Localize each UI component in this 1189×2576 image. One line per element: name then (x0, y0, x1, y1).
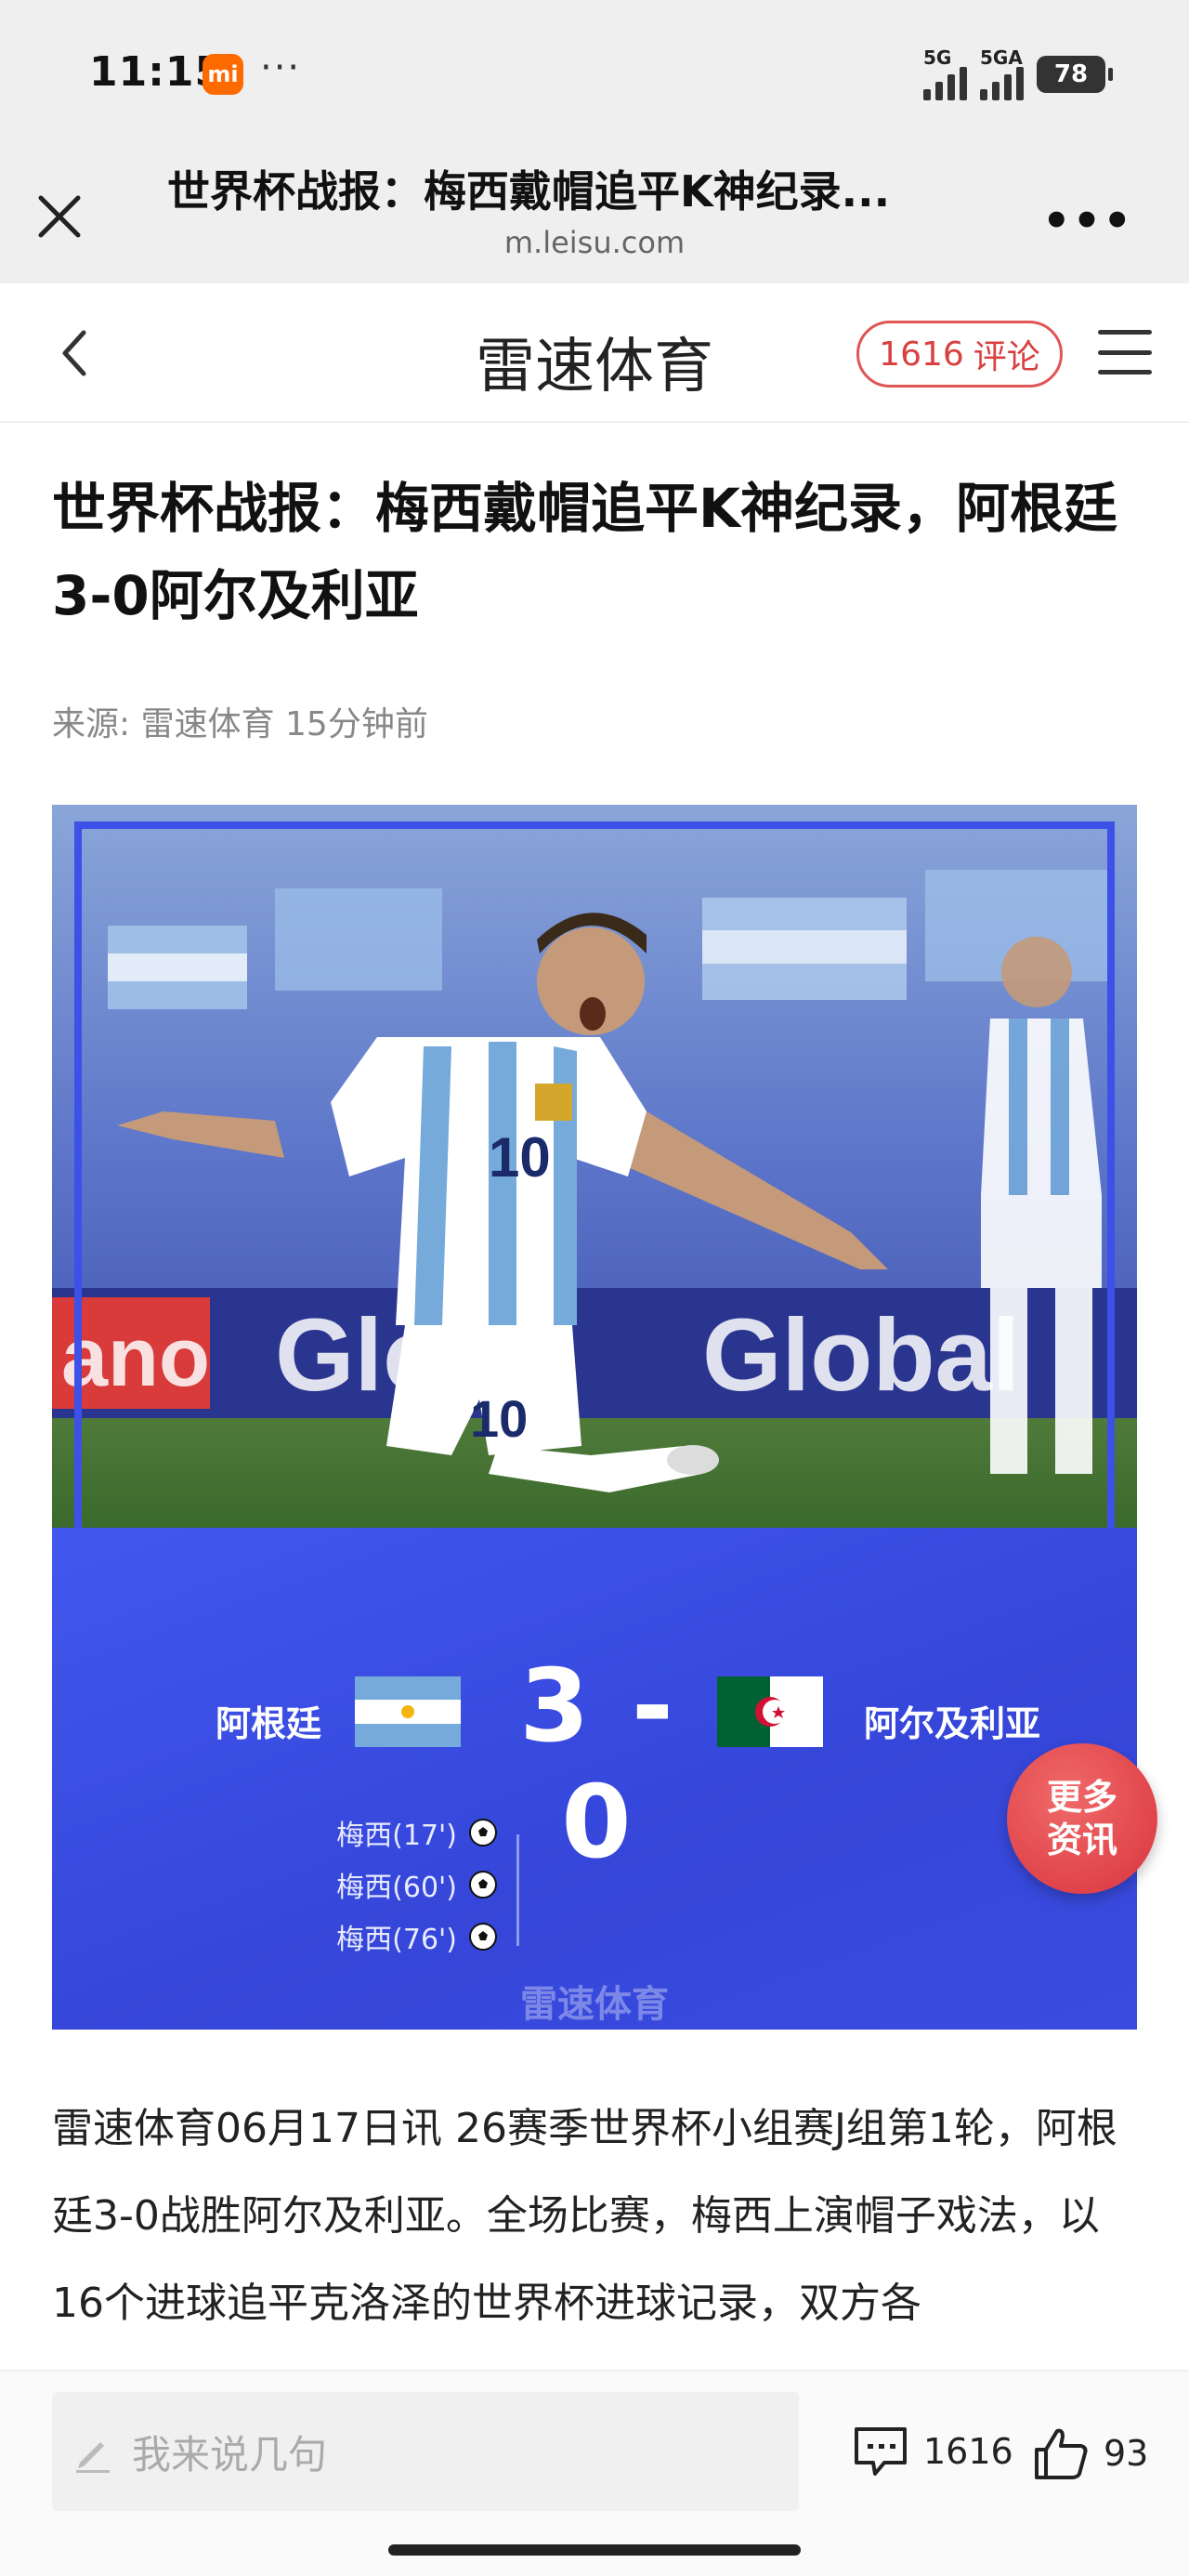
article-meta: 来源: 雷速体育 15分钟前 (52, 705, 428, 743)
home-team-name: 阿根廷 (216, 1703, 322, 1744)
comment-placeholder: 我来说几句 (132, 2431, 328, 2477)
soccer-ball-icon (469, 1871, 497, 1899)
scorer-timeline (516, 1834, 519, 1946)
status-more-icon: ··· (260, 46, 302, 89)
more-news-button[interactable]: 更多 资讯 (1007, 1743, 1157, 1894)
bottom-bar: 我来说几句 1616 93 (0, 2370, 1189, 2576)
watermark: 雷速体育 (520, 1983, 669, 2026)
thumbs-up-icon (1035, 2428, 1088, 2479)
browser-page-title: 世界杯战报：梅西戴帽追平K神纪录... (167, 166, 891, 217)
scorers-list: 梅西(17') 梅西(60') 梅西(76') (284, 1807, 498, 1963)
match-score: 3 - 0 (519, 1649, 677, 1881)
like-button[interactable]: 93 (1031, 2424, 1148, 2483)
comments-count: 1616 (879, 335, 964, 374)
hero-image: ano Globa Global 10 (52, 805, 1137, 2030)
article-body: 雷速体育06月17日讯 26赛季世界杯小组赛J组第1轮，阿根廷3-0战胜阿尔及利… (52, 2105, 1117, 2327)
algeria-flag-icon (717, 1676, 823, 1747)
photo-frame (74, 821, 1115, 1537)
browser-url: m.leisu.com (503, 225, 686, 260)
battery-icon: 78 (1037, 56, 1113, 93)
comments-count-button[interactable]: 1616 评论 (856, 321, 1063, 388)
comments-label: 评论 (973, 338, 1040, 376)
scorer-text: 梅西(76') (336, 1924, 457, 1956)
signal-5ga-icon: 5GA (980, 48, 1024, 100)
away-team-name: 阿尔及利亚 (864, 1703, 1041, 1744)
comments-stat-button[interactable]: 1616 (851, 2424, 1013, 2479)
scorer-row: 梅西(17') (284, 1807, 498, 1859)
article-headline: 世界杯战报：梅西戴帽追平K神纪录，阿根廷3-0阿尔及利亚 (52, 477, 1117, 627)
status-bar: 11:15 mi ··· 5G 5GA 78 (0, 0, 1189, 139)
scorer-text: 梅西(17') (336, 1820, 457, 1852)
mi-app-icon: mi (203, 54, 243, 95)
menu-icon[interactable] (1098, 330, 1152, 375)
comments-stat-count: 1616 (923, 2431, 1013, 2472)
pencil-icon (76, 2442, 110, 2473)
argentina-flag-icon (355, 1676, 461, 1747)
back-chevron-icon[interactable] (56, 325, 93, 381)
scorer-row: 梅西(76') (284, 1911, 498, 1963)
comment-input[interactable]: 我来说几句 (52, 2392, 799, 2511)
home-indicator[interactable] (388, 2544, 801, 2556)
scorer-row: 梅西(60') (284, 1859, 498, 1911)
scorer-text: 梅西(60') (336, 1872, 457, 1904)
score-panel: 阿根廷 3 - 0 阿尔及利亚 梅西(17') 梅西(60') 梅西(76') … (52, 1528, 1137, 2030)
more-news-label-2: 资讯 (1046, 1820, 1117, 1860)
like-count: 93 (1104, 2433, 1149, 2474)
status-indicators: 5G 5GA 78 (923, 48, 1113, 100)
more-news-label-1: 更多 (1046, 1777, 1117, 1818)
signal-5g-icon: 5G (923, 48, 967, 100)
soccer-ball-icon (469, 1923, 497, 1951)
site-nav: 雷速体育 1616 评论 (0, 283, 1189, 423)
browser-header: 世界杯战报：梅西戴帽追平K神纪录... m.leisu.com ••• (0, 139, 1189, 283)
more-dots-icon[interactable]: ••• (1042, 195, 1133, 247)
soccer-ball-icon (469, 1819, 497, 1847)
comment-icon (855, 2427, 907, 2476)
